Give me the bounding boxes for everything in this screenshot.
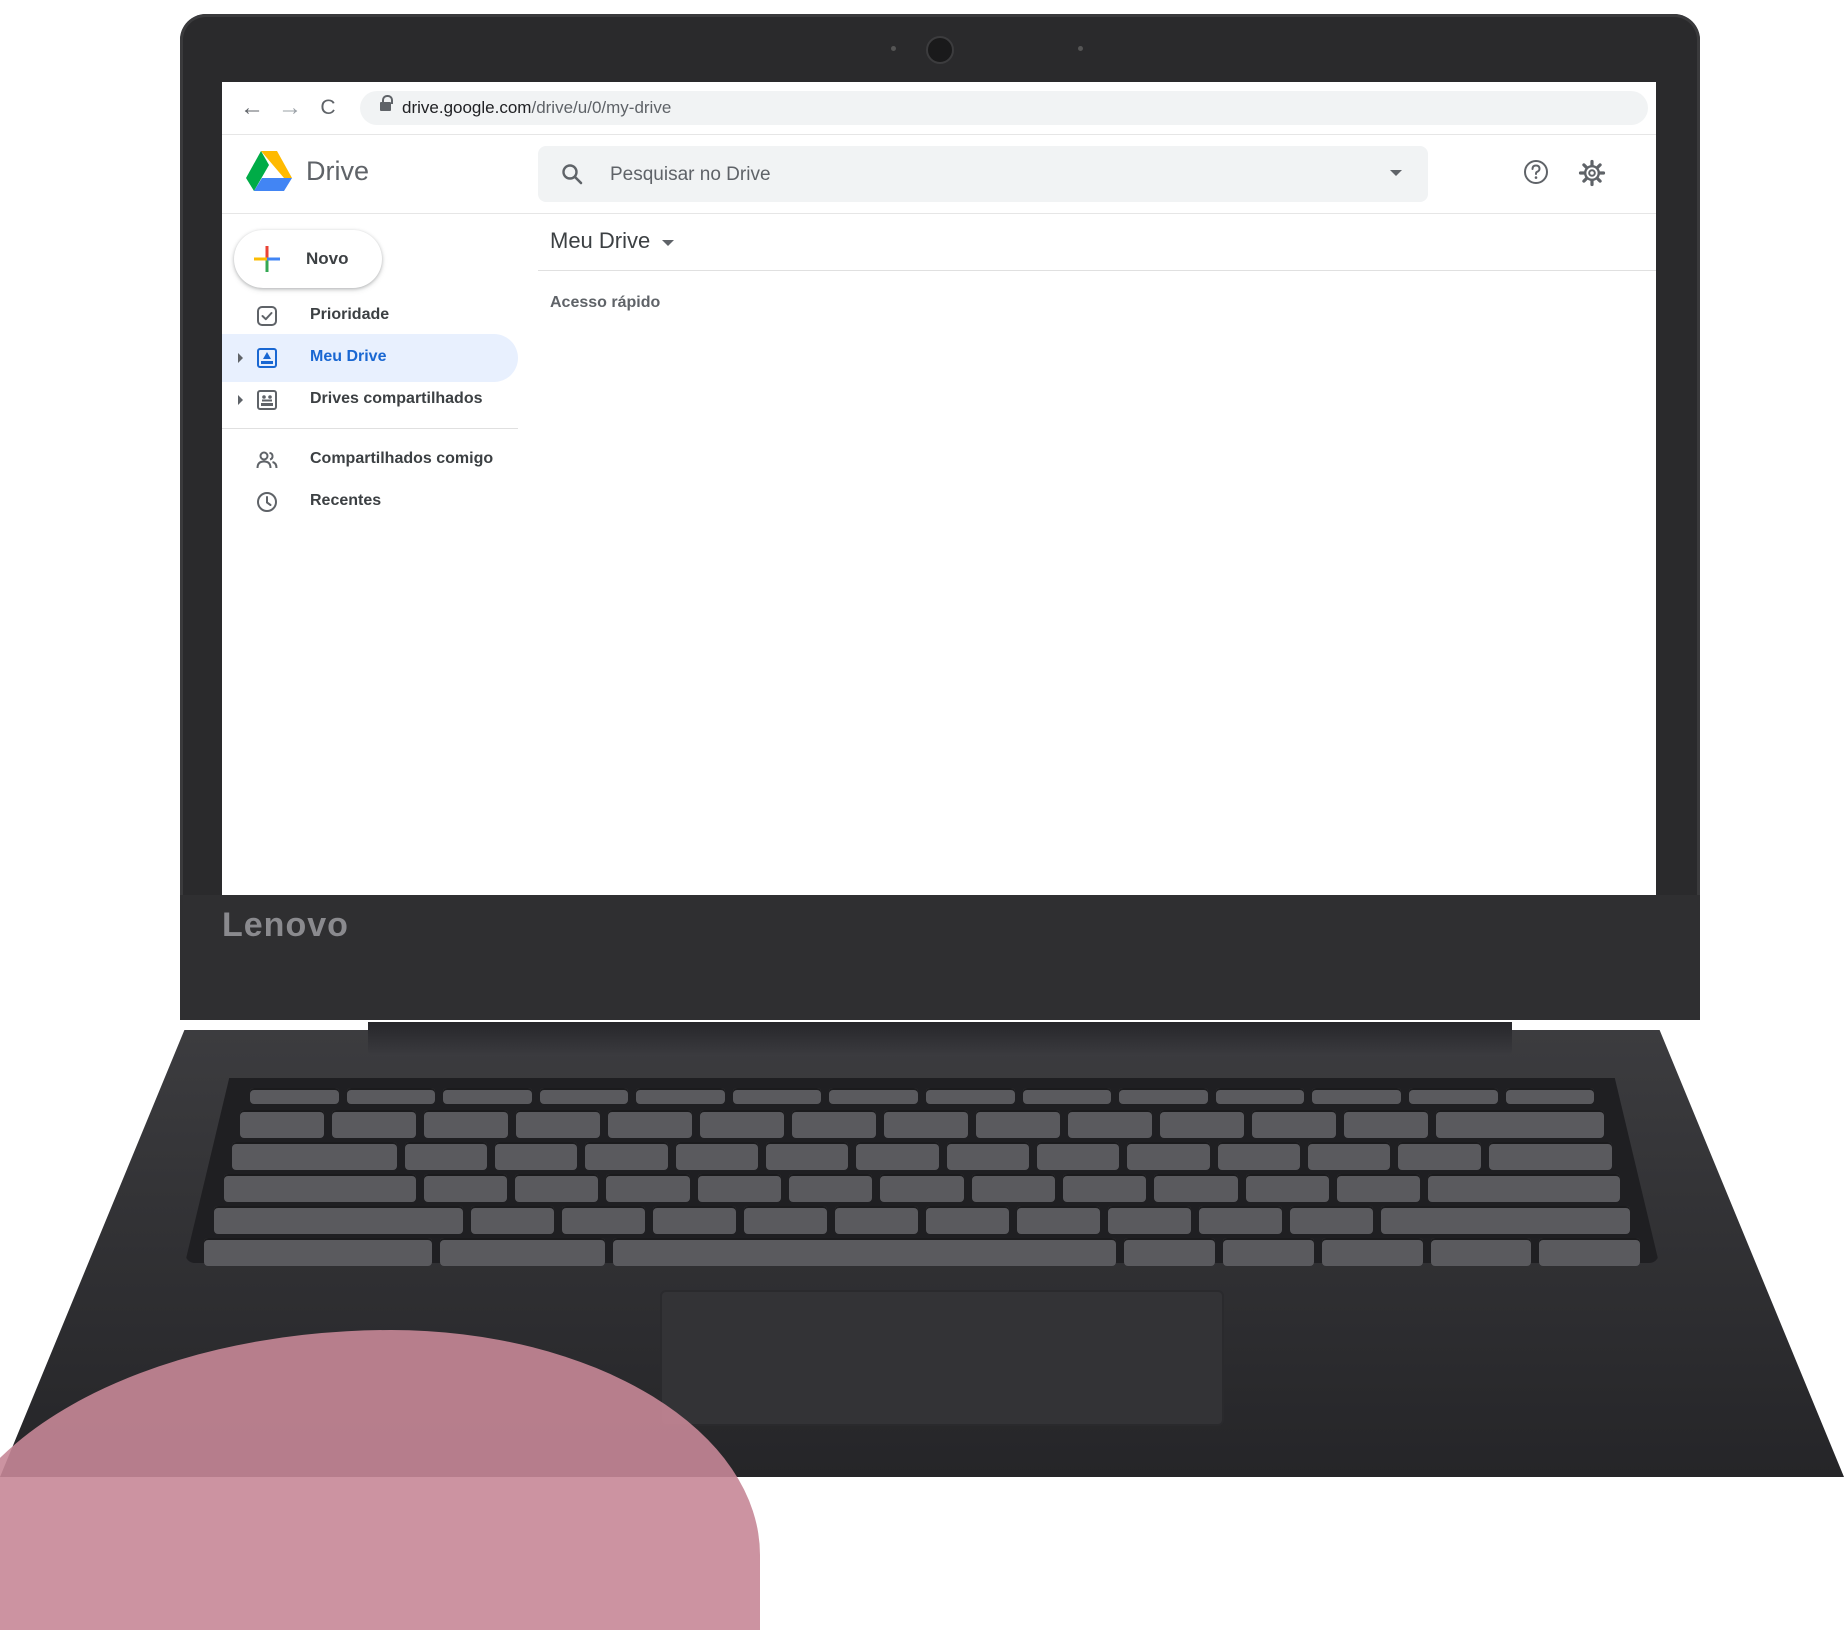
sidebar-item-my-drive[interactable]: Meu Drive — [222, 334, 518, 382]
space-key-row — [204, 1238, 1641, 1266]
quick-access-label: Acesso rápido — [550, 294, 661, 311]
new-button-label: Novo — [306, 249, 349, 268]
sidebar-item-shared-with-me[interactable]: Compartilhados comigo — [222, 436, 518, 484]
laptop-hinge — [368, 1022, 1512, 1056]
webcam-icon — [926, 36, 954, 64]
address-bar[interactable]: drive.google.com/drive/u/0/my-drive — [360, 91, 1648, 125]
app-title: Drive — [306, 156, 370, 186]
help-icon[interactable] — [1523, 159, 1549, 185]
url-path: /drive/u/0/my-drive — [531, 98, 672, 117]
sidebar: Novo Prioridade Meu Drive Drives compart… — [222, 214, 522, 895]
bottom-letter-key-row — [214, 1206, 1630, 1234]
new-button[interactable]: Novo — [234, 230, 382, 288]
check-box-icon — [257, 306, 277, 326]
clock-icon — [257, 492, 277, 512]
keyboard — [185, 1078, 1659, 1263]
sensor-dot — [891, 46, 896, 51]
my-drive-icon — [257, 348, 277, 368]
plus-icon — [254, 246, 280, 272]
number-key-row — [240, 1110, 1604, 1138]
screen-bezel — [180, 895, 1700, 1020]
page-title[interactable]: Meu Drive — [550, 228, 650, 254]
device-brand: Lenovo — [222, 906, 349, 944]
search-input[interactable] — [608, 158, 1372, 192]
sensor-dot — [1078, 46, 1083, 51]
drive-header: Drive — [222, 135, 1656, 214]
gear-icon[interactable] — [1578, 159, 1606, 187]
sidebar-item-label: Recentes — [310, 492, 382, 509]
url-host: drive.google.com — [402, 98, 532, 117]
sidebar-item-label: Drives compartilhados — [310, 390, 483, 407]
top-letter-key-row — [232, 1142, 1613, 1170]
people-icon — [256, 451, 278, 469]
shared-drives-icon — [257, 390, 277, 410]
url-text: drive.google.com/drive/u/0/my-drive — [402, 98, 671, 118]
trackpad — [660, 1290, 1224, 1426]
lock-icon — [380, 95, 393, 112]
sidebar-item-label: Meu Drive — [310, 348, 387, 365]
expand-caret-icon[interactable] — [238, 395, 243, 405]
search-icon[interactable] — [560, 162, 584, 186]
main-content: Meu Drive Acesso rápido — [538, 214, 1656, 895]
back-arrow-icon[interactable]: ← — [238, 94, 266, 122]
title-divider — [538, 270, 1656, 271]
function-key-row — [250, 1088, 1595, 1104]
chevron-down-icon[interactable] — [662, 240, 674, 246]
google-drive-logo-icon[interactable] — [246, 151, 292, 193]
sidebar-item-recent[interactable]: Recentes — [222, 478, 518, 526]
search-bar[interactable] — [538, 146, 1428, 202]
sidebar-item-shared-drives[interactable]: Drives compartilhados — [222, 376, 518, 424]
sidebar-divider — [222, 428, 518, 429]
reload-icon[interactable]: C — [314, 94, 342, 122]
sidebar-item-label: Compartilhados comigo — [310, 450, 494, 467]
screen: ← → C drive.google.com/drive/u/0/my-driv… — [222, 82, 1656, 895]
forward-arrow-icon[interactable]: → — [276, 94, 304, 122]
sidebar-item-priority[interactable]: Prioridade — [222, 292, 518, 340]
expand-caret-icon[interactable] — [238, 353, 243, 363]
browser-toolbar: ← → C drive.google.com/drive/u/0/my-driv… — [222, 82, 1656, 135]
middle-letter-key-row — [224, 1174, 1620, 1202]
sidebar-item-label: Prioridade — [310, 306, 390, 323]
search-options-dropdown-icon[interactable] — [1390, 170, 1402, 176]
